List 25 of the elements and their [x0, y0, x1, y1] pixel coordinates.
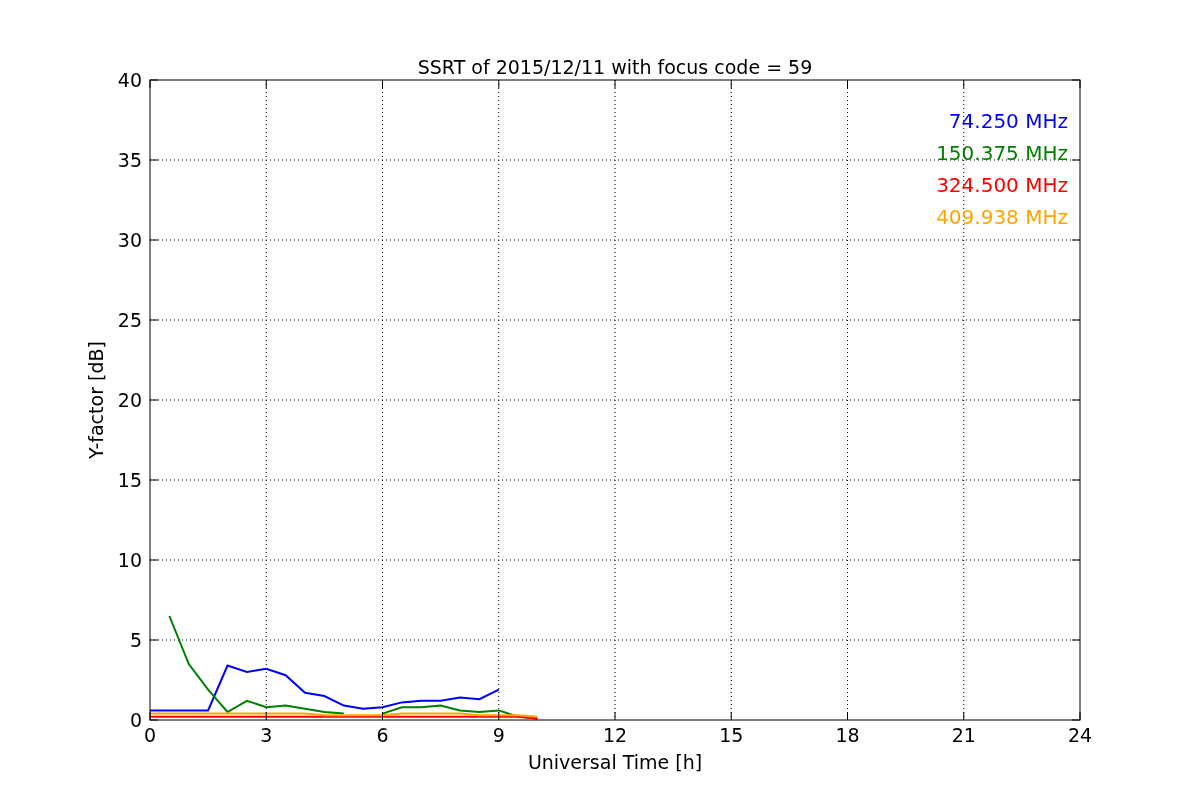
- y-tick-label: 35: [117, 149, 142, 171]
- legend-label: 324.500 MHz: [936, 173, 1068, 197]
- y-tick-label: 10: [117, 549, 142, 571]
- y-tick-label: 40: [117, 69, 142, 91]
- x-tick-label: 0: [143, 724, 157, 746]
- x-tick-label: 6: [376, 724, 389, 746]
- legend-label: 409.938 MHz: [936, 205, 1068, 229]
- y-tick-label: 5: [129, 629, 142, 651]
- y-axis-label: Y-factor [dB]: [85, 341, 107, 459]
- x-tick-label: 24: [1067, 724, 1093, 746]
- y-tick-label: 15: [117, 469, 142, 491]
- legend-label: 74.250 MHz: [948, 109, 1068, 133]
- y-tick-label: 20: [117, 389, 142, 411]
- x-axis-label: Universal Time [h]: [527, 751, 703, 773]
- legend-label: 150.375 MHz: [936, 141, 1068, 165]
- y-tick-label: 25: [117, 309, 142, 331]
- y-tick-label: 0: [129, 709, 142, 731]
- x-tick-label: 9: [492, 724, 505, 746]
- x-tick-label: 15: [719, 724, 744, 746]
- x-tick-label: 3: [260, 724, 273, 746]
- y-tick-label: 30: [117, 229, 142, 251]
- x-tick-label: 18: [835, 724, 860, 746]
- x-tick-label: 21: [951, 724, 976, 746]
- x-tick-label: 12: [602, 724, 628, 746]
- chart-title: SSRT of 2015/12/11 with focus code = 59: [417, 56, 813, 78]
